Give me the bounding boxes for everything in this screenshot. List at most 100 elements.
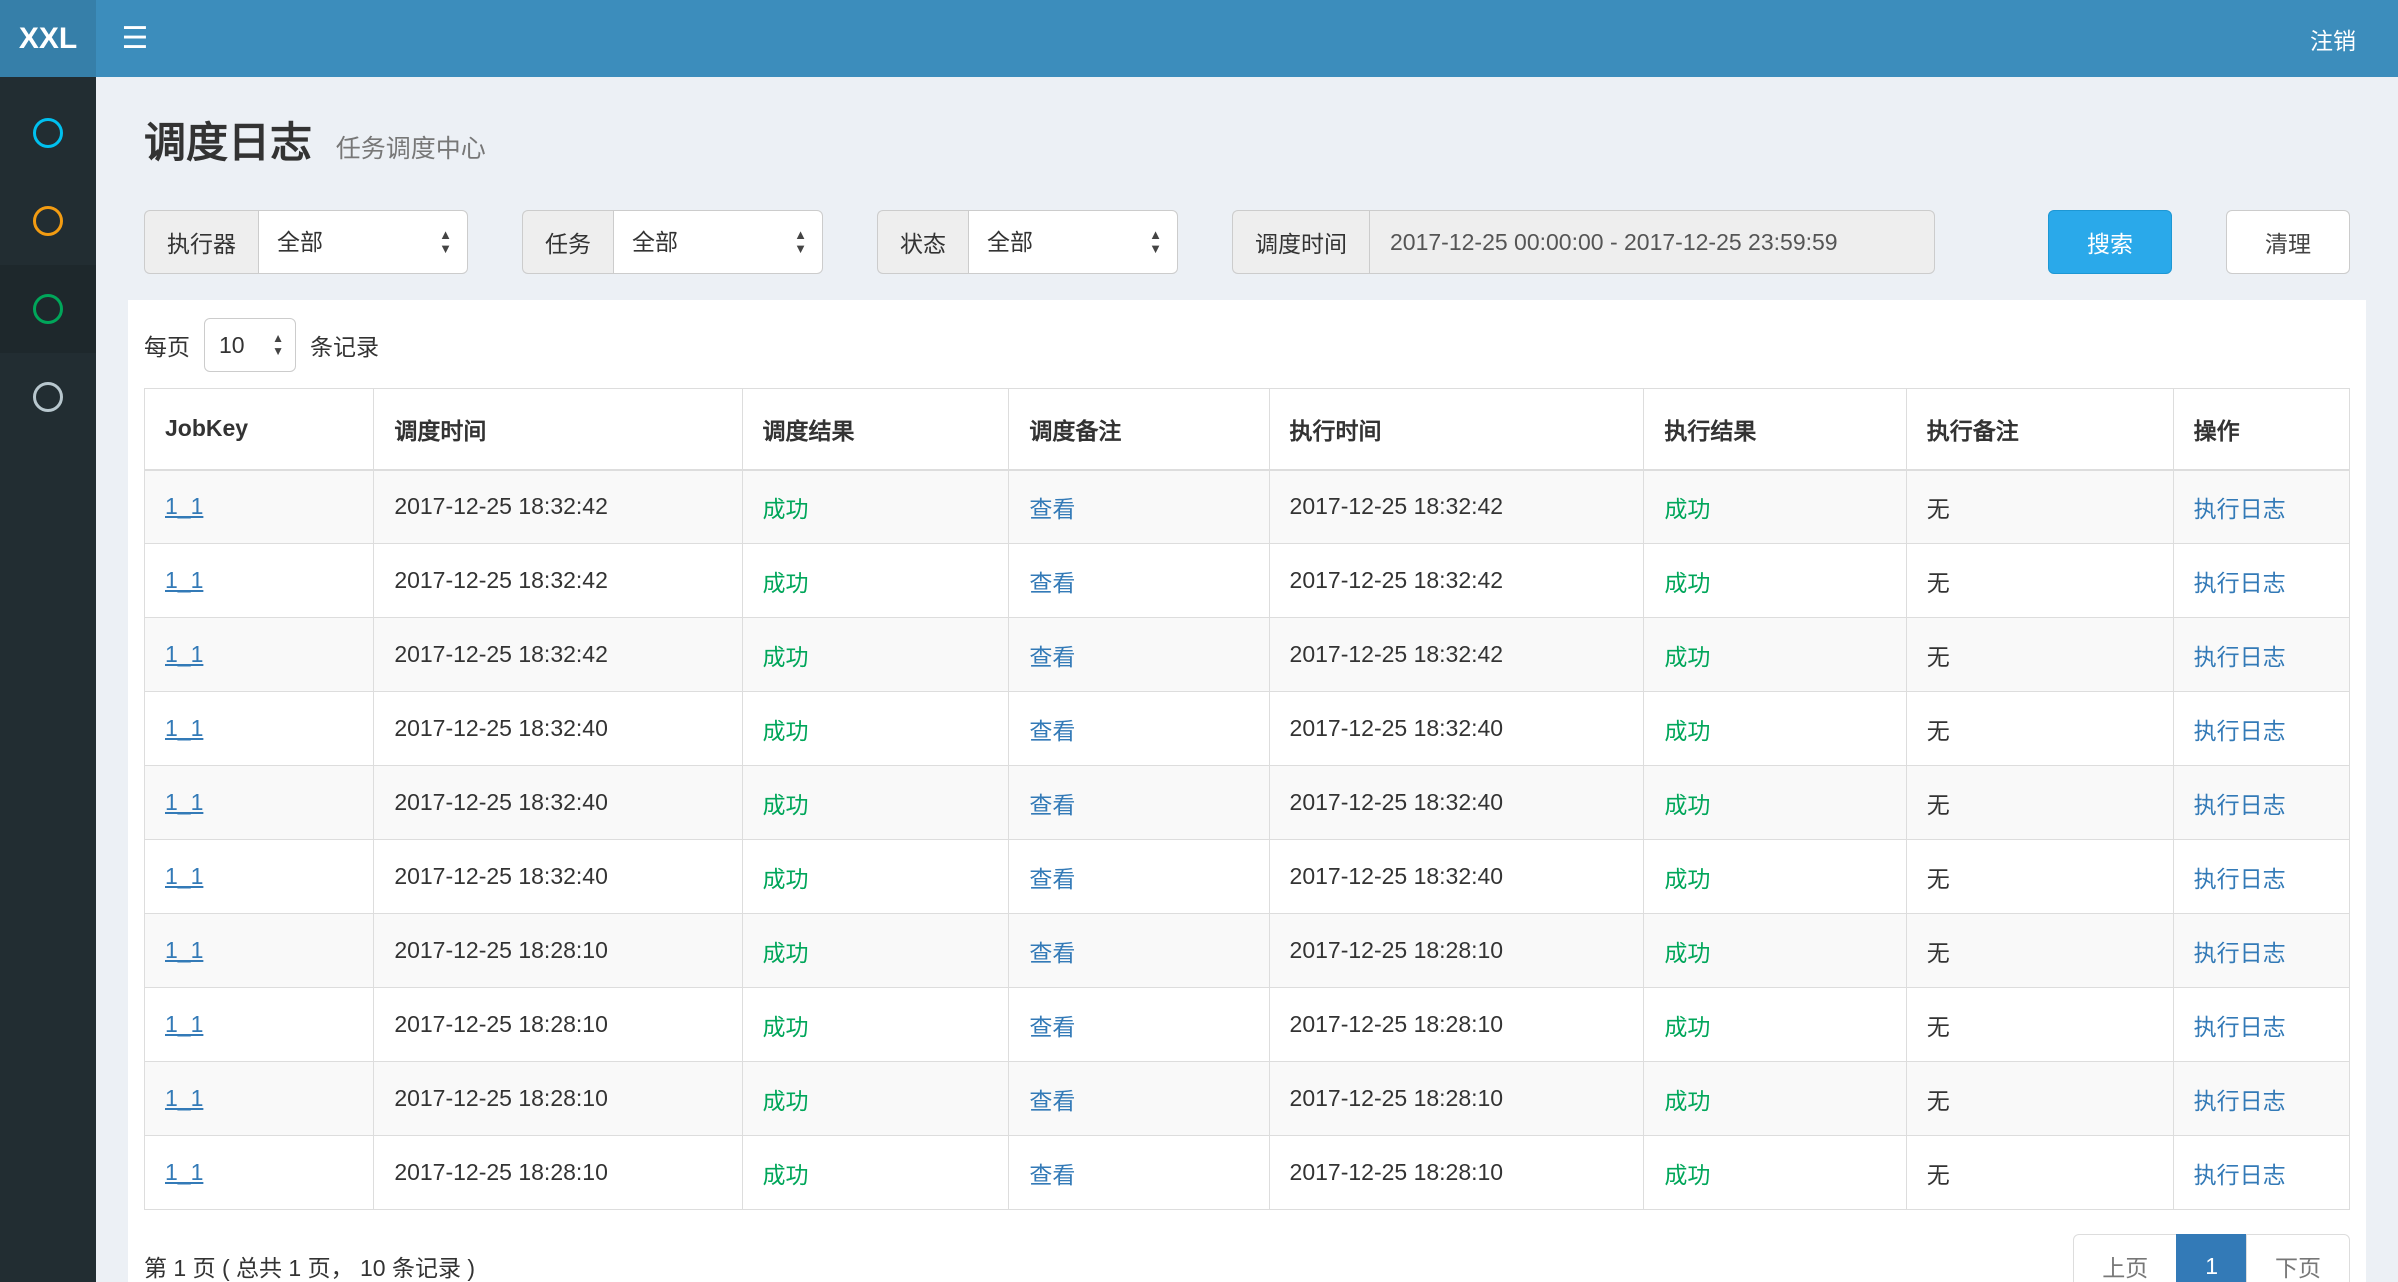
table-footer: 第 1 页 ( 总共 1 页， 10 条记录 ) 上页 1 下页 [144,1210,2350,1282]
jobkey-link[interactable]: 1_1 [165,567,203,593]
jobkey-link[interactable]: 1_1 [165,1159,203,1185]
trigger-msg-link[interactable]: 查看 [1029,1088,1075,1114]
exec-log-link[interactable]: 执行日志 [2194,570,2286,596]
log-table-body: 1_1 2017-12-25 18:32:42 成功 查看 2017-12-25… [145,470,2350,1210]
logout-link[interactable]: 注销 [2268,22,2398,56]
exec-log-link[interactable]: 执行日志 [2194,1162,2286,1188]
clear-button[interactable]: 清理 [2226,210,2350,274]
trigger-msg-link[interactable]: 查看 [1029,496,1075,522]
exec-log-link[interactable]: 执行日志 [2194,496,2286,522]
trigger-result-text: 成功 [763,570,809,596]
table-header-row: JobKey 调度时间 调度结果 调度备注 执行时间 执行结果 执行备注 操作 [145,389,2350,470]
handle-time-cell: 2017-12-25 18:32:40 [1269,692,1644,766]
trigger-msg-link[interactable]: 查看 [1029,570,1075,596]
trigger-result-text: 成功 [763,718,809,744]
table-row: 1_1 2017-12-25 18:32:42 成功 查看 2017-12-25… [145,470,2350,544]
trigger-msg-link[interactable]: 查看 [1029,940,1075,966]
trigger-msg-link[interactable]: 查看 [1029,718,1075,744]
sidebar-item[interactable] [0,177,96,265]
pagination-info: 第 1 页 ( 总共 1 页， 10 条记录 ) [144,1249,475,1282]
handle-msg-cell: 无 [1906,988,2173,1062]
handle-msg-cell: 无 [1906,1062,2173,1136]
handle-result-text: 成功 [1664,1162,1710,1188]
search-button[interactable]: 搜索 [2048,210,2172,274]
jobkey-link[interactable]: 1_1 [165,789,203,815]
sidebar-item[interactable] [0,353,96,441]
col-header-action: 操作 [2173,389,2349,470]
col-header-handle-result: 执行结果 [1644,389,1906,470]
executor-filter-label: 执行器 [144,210,258,274]
handle-time-cell: 2017-12-25 18:32:42 [1269,470,1644,544]
table-row: 1_1 2017-12-25 18:32:40 成功 查看 2017-12-25… [145,766,2350,840]
exec-log-link[interactable]: 执行日志 [2194,940,2286,966]
status-select[interactable]: 全部 [968,210,1178,274]
jobkey-link[interactable]: 1_1 [165,641,203,667]
trigger-result-text: 成功 [763,644,809,670]
trigger-time-cell: 2017-12-25 18:28:10 [374,914,742,988]
handle-time-cell: 2017-12-25 18:28:10 [1269,1062,1644,1136]
table-row: 1_1 2017-12-25 18:28:10 成功 查看 2017-12-25… [145,988,2350,1062]
handle-result-text: 成功 [1664,1088,1710,1114]
table-row: 1_1 2017-12-25 18:32:42 成功 查看 2017-12-25… [145,544,2350,618]
log-table-box: 每页 10 条记录 JobKey 调度 [128,300,2366,1282]
jobkey-link[interactable]: 1_1 [165,1085,203,1111]
col-header-handle-time: 执行时间 [1269,389,1644,470]
trigger-time-range-input[interactable] [1369,210,1935,274]
handle-msg-cell: 无 [1906,618,2173,692]
col-header-trigger-time: 调度时间 [374,389,742,470]
jobkey-link[interactable]: 1_1 [165,493,203,519]
trigger-time-filter-group: 调度时间 [1232,210,1935,274]
exec-log-link[interactable]: 执行日志 [2194,792,2286,818]
scheduling-log-page: 调度日志 任务调度中心 执行器 全部 任务 全部 状态 [96,77,2398,1282]
status-filter-label: 状态 [877,210,968,274]
prev-page-button[interactable]: 上页 [2073,1234,2177,1282]
filter-bar: 执行器 全部 任务 全部 状态 全部 调度时间 [144,210,2350,274]
handle-msg-cell: 无 [1906,544,2173,618]
trigger-msg-link[interactable]: 查看 [1029,1162,1075,1188]
job-select-wrap: 全部 [613,210,823,274]
current-page-button[interactable]: 1 [2176,1234,2247,1282]
page-size-suffix-label: 条记录 [310,328,379,362]
jobkey-link[interactable]: 1_1 [165,863,203,889]
job-select[interactable]: 全部 [613,210,823,274]
page-title: 调度日志 [144,119,312,166]
table-row: 1_1 2017-12-25 18:28:10 成功 查看 2017-12-25… [145,914,2350,988]
next-page-button[interactable]: 下页 [2246,1234,2350,1282]
trigger-time-cell: 2017-12-25 18:32:42 [374,618,742,692]
handle-result-text: 成功 [1664,940,1710,966]
trigger-msg-link[interactable]: 查看 [1029,1014,1075,1040]
handle-msg-cell: 无 [1906,840,2173,914]
exec-log-link[interactable]: 执行日志 [2194,644,2286,670]
handle-time-cell: 2017-12-25 18:32:42 [1269,618,1644,692]
status-select-wrap: 全部 [968,210,1178,274]
col-header-handle-msg: 执行备注 [1906,389,2173,470]
exec-log-link[interactable]: 执行日志 [2194,718,2286,744]
sidebar-item[interactable] [0,89,96,177]
trigger-msg-link[interactable]: 查看 [1029,792,1075,818]
trigger-msg-link[interactable]: 查看 [1029,644,1075,670]
sidebar-toggle-button[interactable]: ☰ [96,0,174,77]
app-logo[interactable]: XXL [0,0,96,77]
trigger-result-text: 成功 [763,1162,809,1188]
exec-log-link[interactable]: 执行日志 [2194,1014,2286,1040]
sidebar-menu [0,77,96,441]
handle-msg-cell: 无 [1906,1136,2173,1210]
trigger-time-cell: 2017-12-25 18:32:42 [374,470,742,544]
table-row: 1_1 2017-12-25 18:28:10 成功 查看 2017-12-25… [145,1136,2350,1210]
executor-select[interactable]: 全部 [258,210,468,274]
trigger-time-cell: 2017-12-25 18:28:10 [374,988,742,1062]
trigger-msg-link[interactable]: 查看 [1029,866,1075,892]
col-header-trigger-msg: 调度备注 [1009,389,1269,470]
exec-log-link[interactable]: 执行日志 [2194,866,2286,892]
exec-log-link[interactable]: 执行日志 [2194,1088,2286,1114]
sidebar-item[interactable] [0,265,96,353]
jobkey-link[interactable]: 1_1 [165,715,203,741]
trigger-time-cell: 2017-12-25 18:28:10 [374,1062,742,1136]
handle-time-cell: 2017-12-25 18:32:42 [1269,544,1644,618]
jobkey-link[interactable]: 1_1 [165,1011,203,1037]
handle-result-text: 成功 [1664,496,1710,522]
pagination: 上页 1 下页 [2073,1234,2350,1282]
page-size-select[interactable]: 10 [204,318,296,372]
jobkey-link[interactable]: 1_1 [165,937,203,963]
table-row: 1_1 2017-12-25 18:28:10 成功 查看 2017-12-25… [145,1062,2350,1136]
